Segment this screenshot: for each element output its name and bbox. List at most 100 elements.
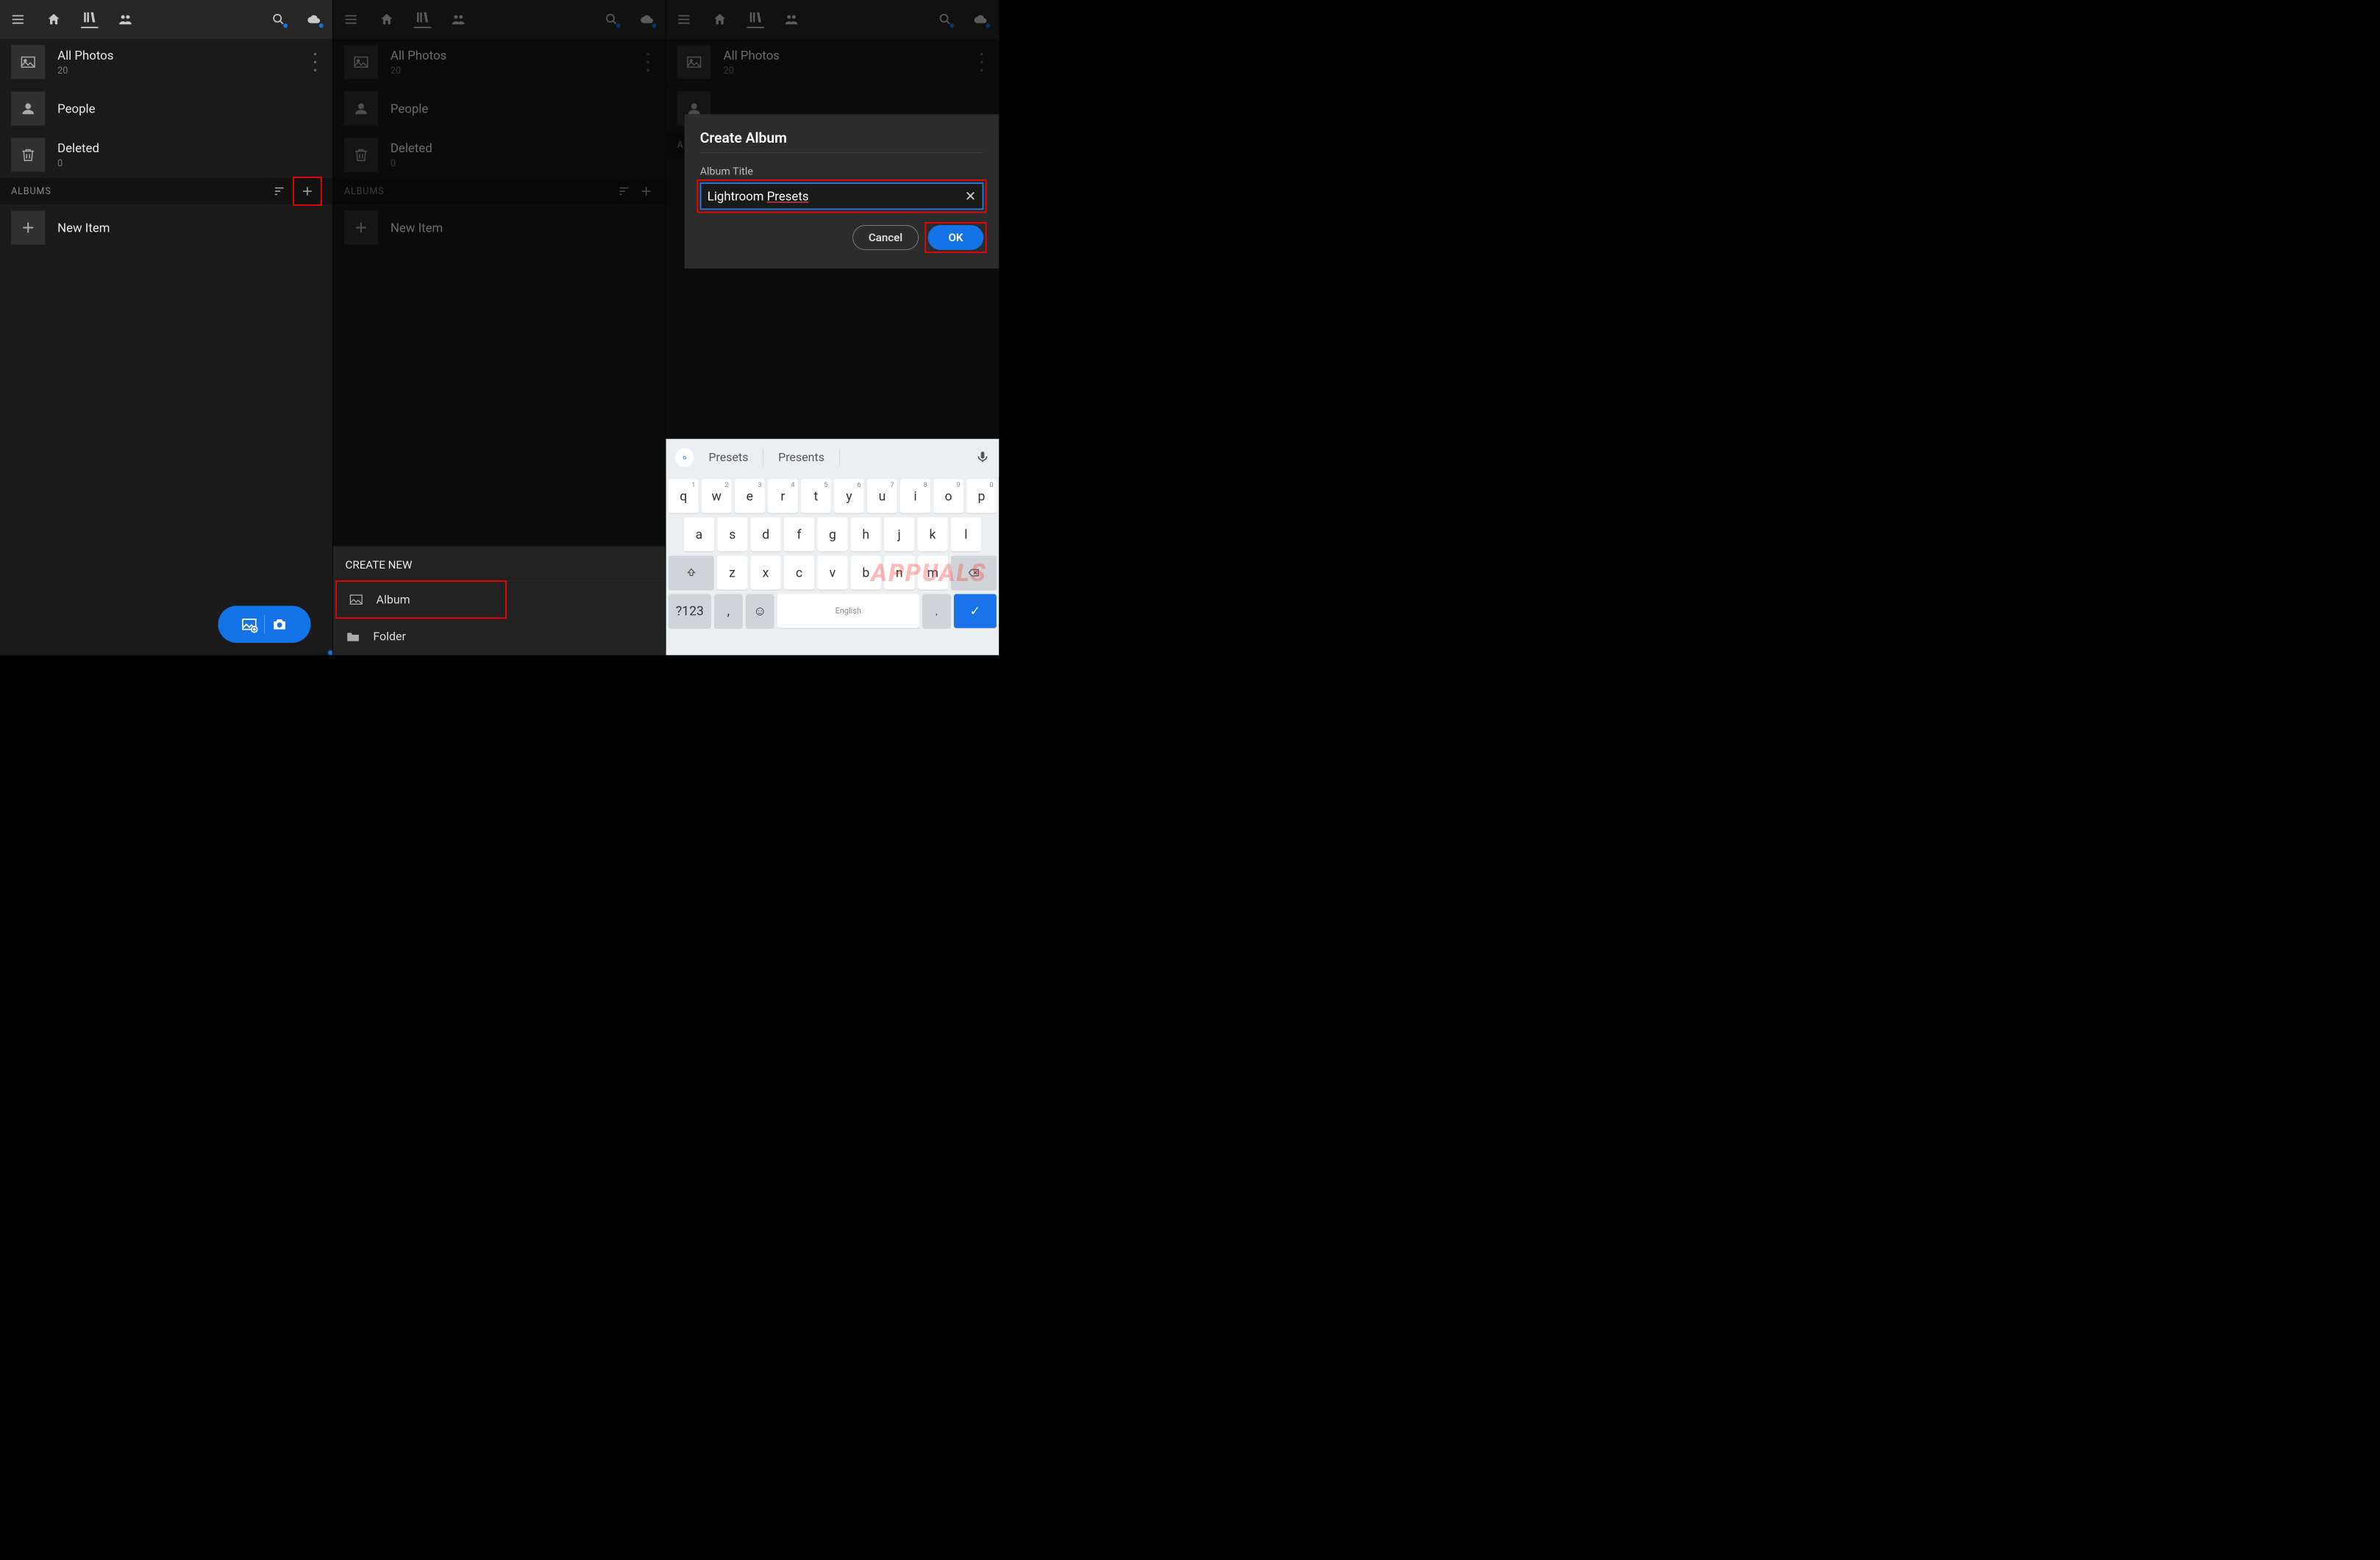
comma-key[interactable]: , — [714, 594, 743, 628]
all-photos-row[interactable]: All Photos 20 — [333, 39, 666, 85]
key-e[interactable]: e3 — [735, 479, 765, 513]
cloud-icon[interactable] — [639, 11, 657, 29]
key-r[interactable]: r4 — [768, 479, 798, 513]
soft-keyboard[interactable]: G Presets Presents q1w2e3r4t5y6u7i8o9p0 … — [666, 439, 1000, 655]
clear-input-icon[interactable]: ✕ — [965, 188, 976, 204]
albums-header: ALBUMS — [11, 186, 51, 197]
shared-icon[interactable] — [783, 11, 800, 29]
mic-icon[interactable] — [975, 450, 989, 466]
more-icon[interactable] — [975, 53, 988, 71]
add-album-button[interactable] — [638, 183, 655, 199]
key-c[interactable]: c — [784, 556, 814, 590]
people-row[interactable]: People — [0, 85, 332, 132]
search-icon[interactable] — [936, 11, 954, 29]
sort-icon[interactable] — [616, 183, 632, 199]
key-b[interactable]: b — [851, 556, 881, 590]
more-icon[interactable] — [642, 53, 655, 71]
add-album-button[interactable] — [293, 177, 321, 205]
key-f[interactable]: f — [784, 518, 814, 552]
key-g[interactable]: g — [817, 518, 847, 552]
add-photo-fab[interactable] — [218, 606, 311, 643]
library-icon[interactable] — [414, 11, 432, 29]
album-title-input[interactable]: Lightroom Presets ✕ — [700, 182, 984, 210]
cloud-icon[interactable] — [972, 11, 990, 29]
menu-icon[interactable] — [675, 11, 693, 29]
all-photos-row[interactable]: All Photos 20 — [0, 39, 332, 85]
key-z[interactable]: z — [717, 556, 747, 590]
photo-icon — [677, 45, 711, 79]
library-icon[interactable] — [747, 11, 765, 29]
shared-icon[interactable] — [117, 11, 135, 29]
emoji-key[interactable]: ☺ — [746, 594, 774, 628]
cloud-icon[interactable] — [306, 11, 324, 29]
all-photos-row[interactable]: All Photos 20 — [666, 39, 1000, 85]
key-d[interactable]: d — [751, 518, 781, 552]
home-icon[interactable] — [711, 11, 729, 29]
key-n[interactable]: n — [884, 556, 914, 590]
period-key[interactable]: . — [922, 594, 951, 628]
key-t[interactable]: t5 — [801, 479, 831, 513]
deleted-row[interactable]: Deleted 0 — [0, 132, 332, 178]
menu-icon[interactable] — [342, 11, 360, 29]
search-icon[interactable] — [270, 11, 288, 29]
photo-icon — [344, 45, 378, 79]
album-title-label: Album Title — [700, 165, 984, 178]
key-u[interactable]: u7 — [867, 479, 897, 513]
home-icon[interactable] — [45, 11, 63, 29]
key-l[interactable]: l — [951, 518, 981, 552]
symbols-key[interactable]: ?123 — [669, 594, 711, 628]
photo-icon — [11, 45, 45, 79]
dialog-title: Create Album — [700, 129, 984, 146]
create-folder-option[interactable]: Folder — [333, 618, 666, 655]
more-icon[interactable] — [309, 53, 321, 71]
menu-icon[interactable] — [10, 11, 27, 29]
folder-icon — [346, 629, 361, 644]
key-m[interactable]: m — [918, 556, 948, 590]
cancel-button[interactable]: Cancel — [852, 225, 919, 250]
ok-button[interactable]: OK — [928, 225, 984, 250]
create-album-option[interactable]: Album — [336, 581, 506, 618]
key-q[interactable]: q1 — [669, 479, 699, 513]
home-icon[interactable] — [378, 11, 396, 29]
key-s[interactable]: s — [717, 518, 747, 552]
all-photos-title: All Photos — [391, 49, 446, 63]
space-key[interactable]: English — [777, 594, 919, 628]
key-w[interactable]: w2 — [702, 479, 732, 513]
key-k[interactable]: k — [917, 518, 947, 552]
google-logo-icon[interactable]: G — [675, 448, 694, 466]
people-row[interactable]: People — [333, 85, 666, 132]
all-photos-count: 20 — [724, 65, 780, 76]
all-photos-title: All Photos — [57, 49, 113, 63]
enter-key[interactable]: ✓ — [954, 594, 997, 628]
key-p[interactable]: p0 — [966, 479, 997, 513]
key-h[interactable]: h — [851, 518, 881, 552]
suggestion-2[interactable]: Presents — [767, 451, 836, 464]
all-photos-title: All Photos — [724, 49, 780, 63]
search-icon[interactable] — [603, 11, 621, 29]
deleted-count: 0 — [57, 158, 99, 169]
camera-icon — [271, 616, 288, 633]
people-icon — [344, 91, 378, 125]
shared-icon[interactable] — [450, 11, 468, 29]
key-y[interactable]: y6 — [834, 479, 864, 513]
key-v[interactable]: v — [817, 556, 847, 590]
new-item-title: New Item — [391, 221, 443, 235]
key-j[interactable]: j — [884, 518, 914, 552]
shift-key[interactable] — [669, 556, 714, 590]
suggestion-1[interactable]: Presets — [697, 451, 759, 464]
library-icon[interactable] — [81, 11, 99, 29]
key-x[interactable]: x — [750, 556, 780, 590]
album-icon — [349, 592, 364, 608]
add-image-icon — [241, 616, 258, 633]
new-item-row[interactable]: New Item — [0, 204, 332, 251]
people-title: People — [391, 101, 428, 116]
create-new-sheet: CREATE NEW Album Folder — [333, 546, 666, 655]
backspace-key[interactable] — [951, 556, 997, 590]
deleted-row[interactable]: Deleted 0 — [333, 132, 666, 178]
new-item-row[interactable]: New Item — [333, 204, 666, 251]
key-i[interactable]: i8 — [900, 479, 930, 513]
key-o[interactable]: o9 — [933, 479, 963, 513]
plus-icon — [11, 210, 45, 244]
sort-icon[interactable] — [271, 183, 288, 199]
key-a[interactable]: a — [684, 518, 714, 552]
